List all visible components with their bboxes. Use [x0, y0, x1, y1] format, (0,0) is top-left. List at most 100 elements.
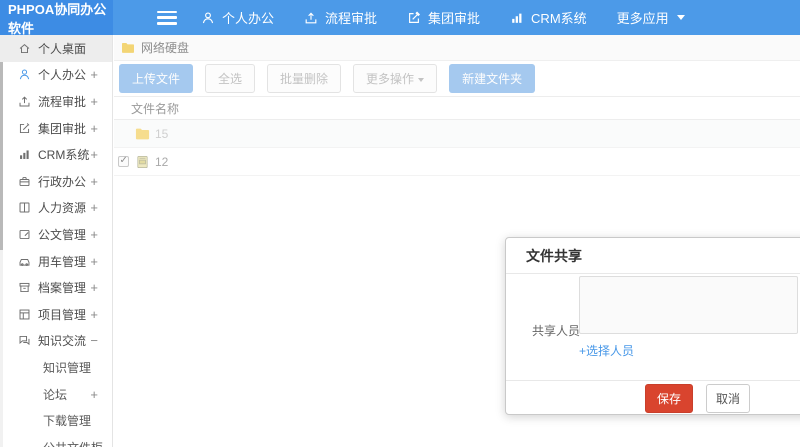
bar-chart-icon [512, 13, 522, 23]
save-button[interactable]: 保存 [645, 383, 694, 413]
sidebar-item-admin-office[interactable]: 行政办公 + [0, 168, 112, 195]
batch-delete-button[interactable]: 批量删除 [267, 64, 342, 93]
sidebar-item-vehicle-mgmt[interactable]: 用车管理 + [0, 248, 112, 275]
user-icon [19, 69, 30, 80]
expand-plus-icon[interactable]: + [90, 227, 98, 242]
sidebar-subitem-forum[interactable]: 论坛 + [0, 381, 112, 408]
breadcrumb: 网络硬盘 [114, 35, 800, 61]
expand-plus-icon[interactable]: + [90, 174, 98, 189]
sidebar-item-label: 人力资源 [38, 201, 87, 216]
sidebar-item-label: 个人桌面 [38, 41, 87, 56]
chat-icon [19, 336, 30, 346]
sidebar-subitem-download-mgmt[interactable]: 下载管理 [0, 407, 112, 434]
upload-icon [19, 96, 30, 107]
sidebar-item-label: 档案管理 [38, 281, 87, 296]
collapse-minus-icon[interactable]: − [90, 333, 98, 348]
sidebar-item-crm-system[interactable]: CRM系统 + [0, 141, 112, 168]
modal-body: 共享人员 +选择人员 [506, 274, 800, 380]
file-share-modal: 文件共享 共享人员 +选择人员 保存 取消 [505, 237, 800, 415]
sidebar-subitem-label: 下载管理 [43, 414, 92, 429]
sidebar-subitem-knowledge-mgmt[interactable]: 知识管理 [0, 354, 112, 381]
file-table-header: 文件名称 [114, 96, 800, 120]
file-name[interactable]: 12 [155, 155, 168, 169]
sidebar-item-archive-mgmt[interactable]: 档案管理 + [0, 274, 112, 301]
archive-icon [19, 283, 30, 293]
sidebar-item-label: 公文管理 [38, 227, 87, 242]
sidebar-subitem-label: 知识管理 [43, 360, 92, 375]
nav-personal-office[interactable]: 个人办公 [201, 8, 274, 27]
sidebar-item-label: 集团审批 [38, 121, 87, 136]
zip-file-icon [137, 155, 148, 168]
caret-down-icon [418, 77, 425, 82]
choose-members-link[interactable]: +选择人员 [579, 342, 634, 359]
sidebar-item-label: 项目管理 [38, 307, 87, 322]
toolbar: 上传文件 全选 批量删除 更多操作 新建文件夹 [114, 61, 800, 96]
nav-more-apps[interactable]: 更多应用 [617, 8, 685, 27]
top-nav: 个人办公 流程审批 集团审批 CRM系统 更多应用 [113, 0, 800, 35]
new-folder-button[interactable]: 新建文件夹 [449, 64, 536, 93]
sidebar-item-workflow-approval[interactable]: 流程审批 + [0, 88, 112, 115]
hamburger-menu-icon[interactable] [157, 10, 177, 25]
expand-plus-icon[interactable]: + [90, 147, 98, 162]
project-icon [19, 309, 30, 320]
cancel-button[interactable]: 取消 [706, 383, 751, 413]
edit-icon [19, 122, 30, 133]
expand-plus-icon[interactable]: + [90, 280, 98, 295]
upload-file-button[interactable]: 上传文件 [119, 64, 194, 93]
sidebar-item-label: CRM系统 [38, 148, 90, 163]
expand-plus-icon[interactable]: + [90, 94, 98, 109]
folder-icon [122, 42, 134, 53]
more-actions-button[interactable]: 更多操作 [353, 64, 438, 93]
home-icon [19, 43, 30, 53]
upload-icon [305, 12, 317, 23]
file-row-folder-15[interactable]: 15 [114, 120, 800, 148]
sidebar-item-hr[interactable]: 人力资源 + [0, 195, 112, 222]
nav-group-approval[interactable]: 集团审批 [407, 8, 480, 27]
more-actions-label: 更多操作 [366, 72, 415, 86]
sidebar-item-knowledge-exchange[interactable]: 知识交流 − [0, 328, 112, 355]
sidebar-item-document-mgmt[interactable]: 公文管理 + [0, 221, 112, 248]
sidebar-item-label: 流程审批 [38, 94, 87, 109]
nav-label: 流程审批 [325, 11, 378, 26]
sidebar-item-group-approval[interactable]: 集团审批 + [0, 115, 112, 142]
sidebar-item-personal-desktop[interactable]: 个人桌面 [0, 35, 112, 62]
expand-plus-icon[interactable]: + [90, 121, 98, 136]
sidebar-item-label: 知识交流 [38, 334, 87, 349]
sidebar-subitem-public-cabinet[interactable]: 公共文件柜 [0, 434, 112, 447]
sidebar-subitem-label: 公共文件柜 [43, 439, 103, 447]
select-all-button[interactable]: 全选 [205, 64, 256, 93]
file-name-column-header: 文件名称 [131, 101, 180, 116]
share-members-input[interactable] [579, 276, 798, 334]
app-logo: PHPOA协同办公软件 [0, 0, 113, 36]
expand-plus-icon[interactable]: + [90, 200, 98, 215]
sidebar-item-label: 行政办公 [38, 174, 87, 189]
file-name[interactable]: 15 [155, 127, 168, 141]
expand-plus-icon[interactable]: + [90, 254, 98, 269]
folder-icon [135, 128, 150, 139]
sidebar-item-personal-office[interactable]: 个人办公 + [0, 62, 112, 89]
bar-chart-icon [20, 150, 29, 160]
expand-plus-icon[interactable]: + [90, 387, 98, 402]
sidebar-subitem-label: 论坛 [43, 387, 68, 402]
user-icon [202, 11, 214, 23]
share-members-label: 共享人员 [532, 324, 581, 338]
modal-footer: 保存 取消 [506, 380, 800, 415]
row-checkbox[interactable] [118, 155, 129, 167]
nav-label: CRM系统 [531, 11, 587, 26]
sidebar-item-label: 个人办公 [38, 68, 87, 83]
briefcase-icon [19, 176, 30, 186]
caret-down-icon [676, 15, 685, 20]
expand-plus-icon[interactable]: + [90, 67, 98, 82]
car-icon [19, 258, 30, 266]
file-row-archive-12[interactable]: 12 [114, 148, 800, 176]
document-icon [19, 229, 30, 240]
breadcrumb-label: 网络硬盘 [141, 41, 190, 55]
nav-crm-system[interactable]: CRM系统 [510, 8, 587, 27]
book-icon [19, 202, 30, 213]
sidebar-item-project-mgmt[interactable]: 项目管理 + [0, 301, 112, 328]
nav-workflow-approval[interactable]: 流程审批 [304, 8, 377, 27]
modal-title: 文件共享 [526, 247, 582, 264]
sidebar-item-label: 用车管理 [38, 254, 87, 269]
edit-icon [409, 11, 421, 23]
expand-plus-icon[interactable]: + [90, 307, 98, 322]
